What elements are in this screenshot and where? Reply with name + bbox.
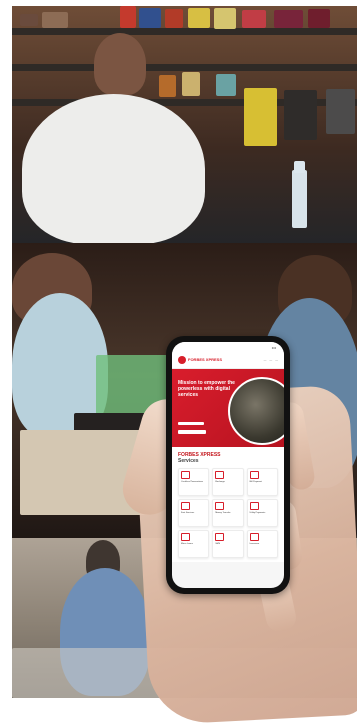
service-label: Micro Loans xyxy=(181,543,193,545)
service-card[interactable]: Money Transfer xyxy=(212,499,244,527)
hero-section: Mission to empower the powerless with di… xyxy=(172,369,284,447)
service-card[interactable]: SMS xyxy=(212,530,244,558)
status-icons: ••• xyxy=(271,344,276,350)
shopkeeper-photo xyxy=(12,6,357,244)
site-header: FORBES XPRESS — — — xyxy=(172,352,284,369)
service-label: Insurance xyxy=(249,543,260,545)
site-nav: — — — xyxy=(264,358,278,362)
services-section: FORBES XPRESS Services Cashless/Transact… xyxy=(172,447,284,562)
card-icon xyxy=(181,471,190,479)
phone-screen: ••• FORBES XPRESS — — — Mission to empow… xyxy=(172,342,284,588)
insurance-icon xyxy=(249,533,259,541)
status-bar: ••• xyxy=(172,342,284,352)
service-label: Bill Payment xyxy=(249,481,262,483)
service-label: Recharge xyxy=(215,481,225,483)
sms-icon xyxy=(215,533,225,541)
phone-mockup: ••• FORBES XPRESS — — — Mission to empow… xyxy=(166,336,290,594)
service-label: Utility Payments xyxy=(249,512,266,514)
nav-link[interactable]: — xyxy=(275,358,278,362)
service-label: SMS xyxy=(215,543,221,545)
nav-link[interactable]: — xyxy=(264,358,267,362)
brand-logo[interactable]: FORBES XPRESS xyxy=(178,356,222,364)
hero-image xyxy=(228,377,284,445)
transfer-icon xyxy=(215,502,225,510)
service-card[interactable]: Cashless/Transactions xyxy=(178,468,210,496)
nav-link[interactable]: — xyxy=(269,358,272,362)
phone-body: ••• FORBES XPRESS — — — Mission to empow… xyxy=(166,336,290,594)
utility-icon xyxy=(249,502,259,510)
service-card[interactable]: Fast Services xyxy=(178,499,210,527)
service-card[interactable]: Recharge xyxy=(212,468,244,496)
services-subtitle: Services xyxy=(178,458,199,464)
phone-icon xyxy=(215,471,225,479)
service-card[interactable]: Insurance xyxy=(246,530,278,558)
hero-title: Mission to empower the powerless with di… xyxy=(178,380,235,398)
hero-input[interactable] xyxy=(178,422,204,425)
brand-logo-icon xyxy=(178,356,186,364)
service-card[interactable]: Utility Payments xyxy=(246,499,278,527)
services-grid: Cashless/Transactions Recharge Bill Paym… xyxy=(178,468,278,558)
keyboard-icon xyxy=(181,502,190,510)
marketing-collage: ••• FORBES XPRESS — — — Mission to empow… xyxy=(0,0,357,725)
loan-icon xyxy=(181,533,190,541)
service-label: Money Transfer xyxy=(215,512,231,514)
service-label: Cashless/Transactions xyxy=(181,481,204,483)
service-card[interactable]: Micro Loans xyxy=(178,530,210,558)
brand-name: FORBES XPRESS xyxy=(188,357,223,362)
service-card[interactable]: Bill Payment xyxy=(246,468,278,496)
hero-cta-button[interactable] xyxy=(178,430,206,434)
service-label: Fast Services xyxy=(181,512,195,514)
bill-icon xyxy=(249,471,259,479)
